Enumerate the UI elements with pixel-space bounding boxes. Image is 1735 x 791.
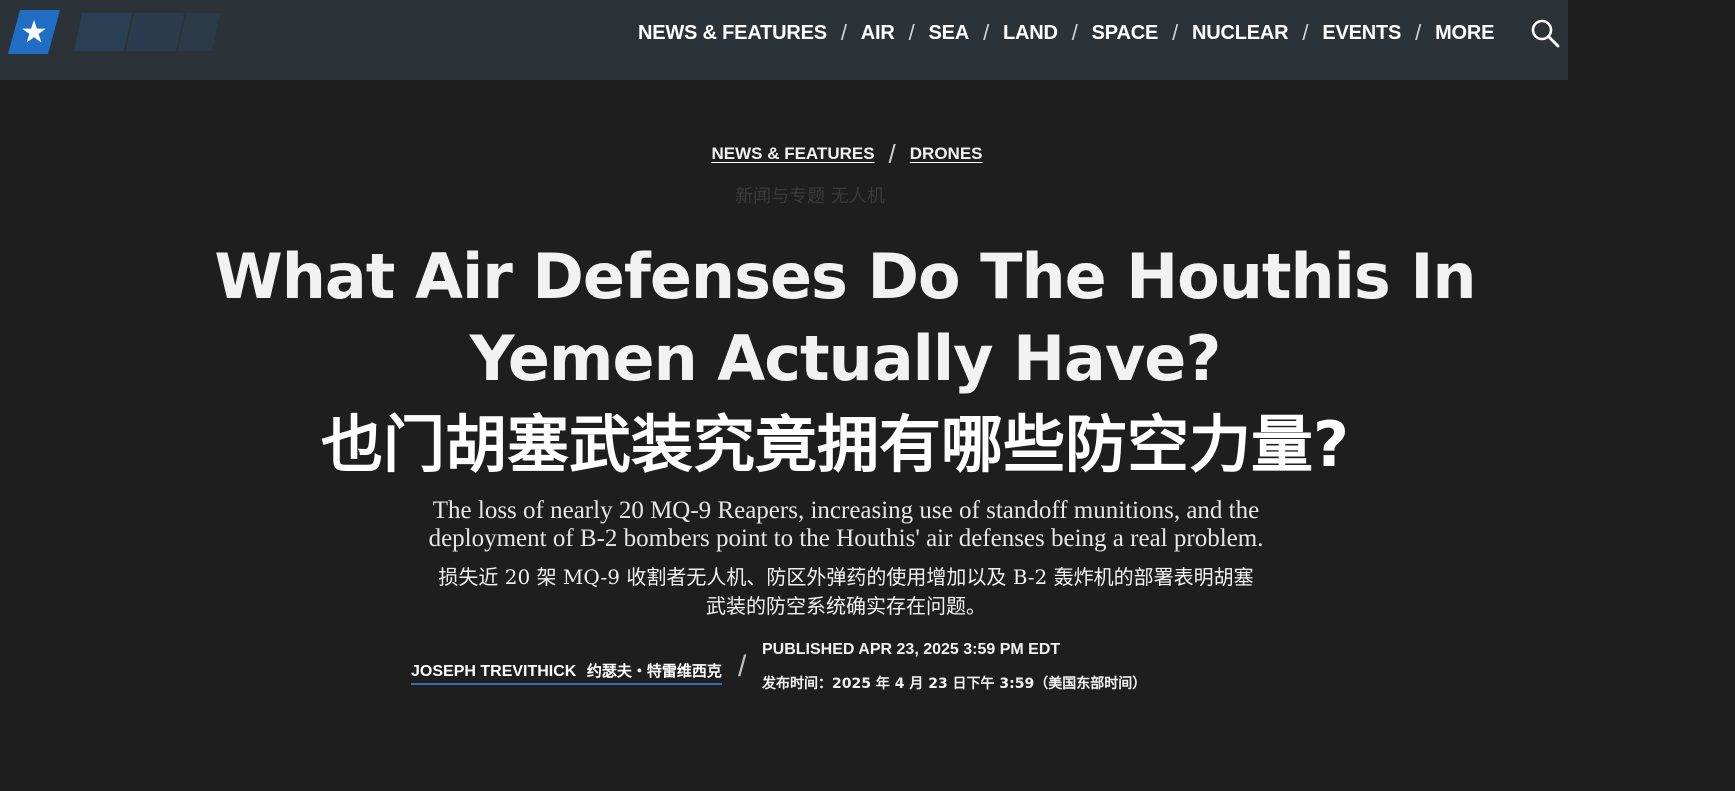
article-title: What Air Defenses Do The Houthis In Yeme… <box>160 236 1530 400</box>
nav-item-more[interactable]: MORE <box>1435 22 1494 45</box>
nav-separator: / <box>908 20 915 45</box>
published-date: PUBLISHED APR 23, 2025 3:59 PM EDT <box>762 641 1061 658</box>
nav-item-events[interactable]: EVENTS <box>1322 22 1401 45</box>
nav-separator: / <box>1172 20 1179 45</box>
nav-separator: / <box>840 20 847 45</box>
article-dek-line: The loss of nearly 20 MQ-9 Reapers, incr… <box>432 497 1260 524</box>
article-dek-translation-line: 损失近 20 架 MQ-9 收割者无人机、防区外弹药的使用增加以及 B-2 轰炸… <box>438 565 1254 589</box>
nav-separator: / <box>983 20 989 45</box>
site-logo-star-icon[interactable] <box>8 10 60 54</box>
top-navigation-bar: NEWS & FEATURES / AIR / SEA / LAND / SPA… <box>0 0 1568 80</box>
search-icon[interactable] <box>1530 18 1560 48</box>
article-title-translation: 也门胡塞武装究竟拥有哪些防空力量? <box>321 408 1349 481</box>
breadcrumb-news-features[interactable]: NEWS & FEATURES <box>711 144 874 164</box>
nav-item-space[interactable]: SPACE <box>1092 22 1159 45</box>
published-date-translation: 发布时间：2025 年 4 月 23 日下午 3:59（美国东部时间） <box>762 676 1147 692</box>
article-dek-translation: 损失近 20 架 MQ-9 收割者无人机、防区外弹药的使用增加以及 B-2 轰炸… <box>340 563 1352 621</box>
nav-item-nuclear[interactable]: NUCLEAR <box>1192 22 1289 45</box>
breadcrumb-separator: / <box>888 139 896 169</box>
author-link[interactable]: JOSEPH TREVITHICK 约瑟夫・特雷维西克 <box>411 660 722 685</box>
author-name-translation: 约瑟夫・特雷维西克 <box>586 662 722 680</box>
breadcrumb: NEWS & FEATURES / DRONES <box>0 141 1694 167</box>
nav-item-air[interactable]: AIR <box>861 22 895 45</box>
article-dek-line: deployment of B-2 bombers point to the H… <box>428 525 1264 552</box>
author-name: JOSEPH TREVITHICK <box>411 663 577 680</box>
main-nav: NEWS & FEATURES / AIR / SEA / LAND / SPA… <box>638 19 1494 47</box>
article-dek-translation-line: 武装的防空系统确实存在问题。 <box>706 594 986 618</box>
nav-item-sea[interactable]: SEA <box>929 22 970 45</box>
breadcrumb-translation: 新闻与专题 无人机 <box>735 186 885 207</box>
nav-item-land[interactable]: LAND <box>1003 22 1058 45</box>
nav-separator: / <box>1415 20 1422 45</box>
site-wordmark-logo[interactable] <box>72 9 222 55</box>
breadcrumb-drones[interactable]: DRONES <box>910 144 983 164</box>
article-dek: The loss of nearly 20 MQ-9 Reapers, incr… <box>340 497 1352 553</box>
article-title-line: What Air Defenses Do The Houthis In <box>214 240 1476 313</box>
article-title-line: Yemen Actually Have? <box>469 322 1222 395</box>
byline-separator: / <box>738 650 747 683</box>
nav-separator: / <box>1071 20 1078 45</box>
nav-separator: / <box>1302 20 1309 45</box>
nav-item-news-features[interactable]: NEWS & FEATURES <box>638 22 827 45</box>
